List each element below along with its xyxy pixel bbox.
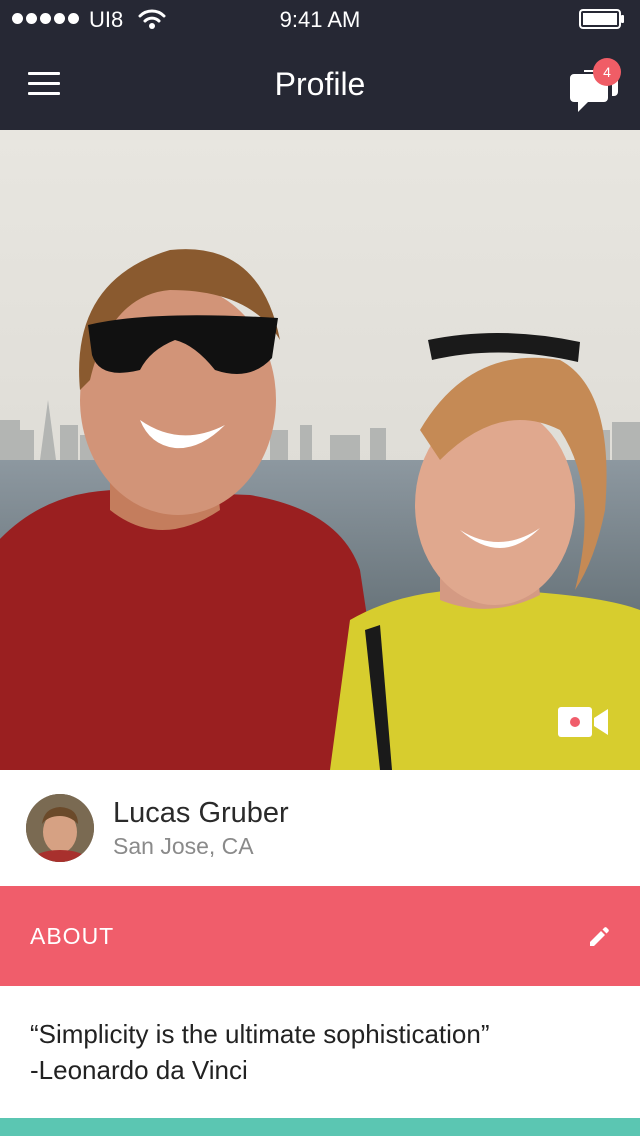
profile-photo <box>0 130 640 770</box>
pencil-icon[interactable] <box>588 926 610 948</box>
battery-icon <box>579 9 624 29</box>
page-title: Profile <box>274 66 366 102</box>
profile-location: San Jose, CA <box>113 833 254 859</box>
about-section-header: ABOUT <box>0 886 640 986</box>
about-title: ABOUT <box>30 923 115 949</box>
video-camera-icon[interactable] <box>556 704 610 740</box>
profile-header: Lucas Gruber San Jose, CA <box>0 770 640 886</box>
status-bar: UI8 9:41 AM <box>0 0 640 40</box>
next-section-strip <box>0 1118 640 1136</box>
avatar[interactable] <box>26 794 94 862</box>
notification-badge: 4 <box>593 58 621 86</box>
top-bar: UI8 9:41 AM Profile 4 <box>0 0 640 130</box>
profile-name: Lucas Gruber <box>113 797 289 829</box>
about-author: -Leonardo da Vinci <box>30 1055 248 1085</box>
about-content: “Simplicity is the ultimate sophisticati… <box>0 986 640 1118</box>
clock: 9:41 AM <box>279 7 361 32</box>
about-quote: “Simplicity is the ultimate sophisticati… <box>30 1019 490 1049</box>
